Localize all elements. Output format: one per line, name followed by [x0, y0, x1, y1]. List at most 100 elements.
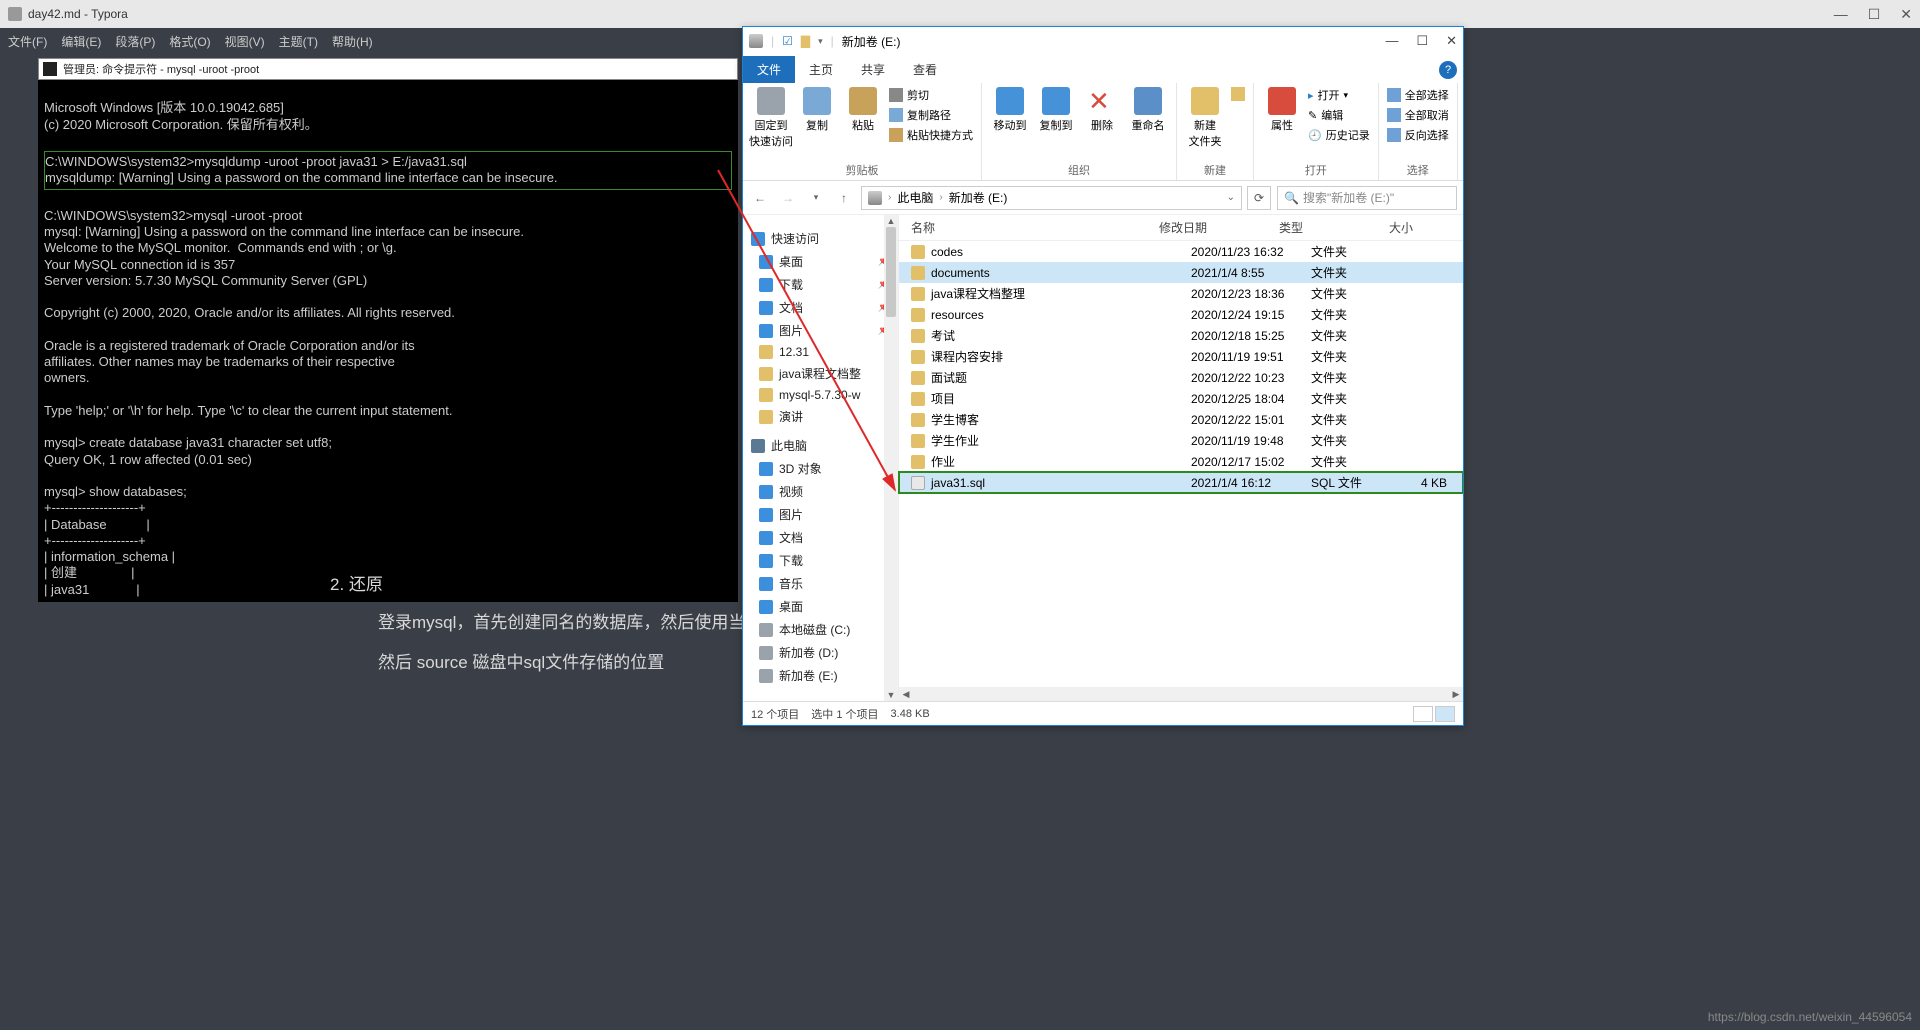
nav-pane[interactable]: 快速访问 桌面📌 下载📌 文档📌 图片📌 12.31 java课程文档整 mys…	[743, 215, 899, 701]
sidebar-folder[interactable]: 演讲	[743, 405, 898, 428]
sidebar-downloads[interactable]: 下载	[743, 549, 898, 572]
sidebar-disk-d[interactable]: 新加卷 (D:)	[743, 641, 898, 664]
maximize-icon[interactable]: ☐	[1416, 33, 1428, 49]
moveto-button[interactable]: 移动到	[990, 87, 1030, 133]
paste-button[interactable]: 粘贴	[843, 87, 883, 133]
ribbon-tabs: 文件 主页 共享 查看 ?	[743, 55, 1463, 83]
col-size[interactable]: 大小	[1389, 219, 1463, 236]
breadcrumb-pc[interactable]: 此电脑	[897, 189, 933, 206]
file-row[interactable]: 学生博客2020/12/22 15:01文件夹	[899, 409, 1463, 430]
file-row[interactable]: codes2020/11/23 16:32文件夹	[899, 241, 1463, 262]
menu-help[interactable]: 帮助(H)	[332, 33, 373, 50]
sidebar-disk-c[interactable]: 本地磁盘 (C:)	[743, 618, 898, 641]
new-item-icon[interactable]	[1231, 87, 1245, 101]
search-input[interactable]: 🔍搜索"新加卷 (E:)"	[1277, 186, 1457, 210]
rename-button[interactable]: 重命名	[1128, 87, 1168, 133]
sidebar-scrollbar[interactable]: ▲▼	[884, 215, 898, 701]
tab-home[interactable]: 主页	[795, 56, 847, 83]
group-clipboard: 剪贴板	[751, 160, 973, 178]
file-row[interactable]: documents2021/1/4 8:55文件夹	[899, 262, 1463, 283]
menu-file[interactable]: 文件(F)	[8, 33, 47, 50]
help-icon[interactable]: ?	[1439, 61, 1457, 79]
sidebar-documents[interactable]: 文档	[743, 526, 898, 549]
address-bar[interactable]: › 此电脑 › 新加卷 (E:) ⌄	[861, 186, 1242, 210]
sidebar-disk-e[interactable]: 新加卷 (E:)	[743, 664, 898, 687]
sidebar-folder[interactable]: java课程文档整	[743, 362, 898, 385]
file-row[interactable]: resources2020/12/24 19:15文件夹	[899, 304, 1463, 325]
view-details-icon[interactable]	[1435, 706, 1455, 722]
refresh-button[interactable]: ⟳	[1247, 186, 1271, 210]
menu-view[interactable]: 视图(V)	[225, 33, 265, 50]
file-row[interactable]: 项目2020/12/25 18:04文件夹	[899, 388, 1463, 409]
sidebar-desktop[interactable]: 桌面	[743, 595, 898, 618]
maximize-icon[interactable]: ☐	[1868, 6, 1881, 23]
minimize-icon[interactable]: —	[1385, 33, 1398, 49]
sidebar-video[interactable]: 视频	[743, 480, 898, 503]
file-row[interactable]: 作业2020/12/17 15:02文件夹	[899, 451, 1463, 472]
forward-button[interactable]: →	[777, 187, 799, 209]
sidebar-pictures[interactable]: 图片📌	[743, 319, 898, 342]
cmd-line: C:\WINDOWS\system32>mysqldump -uroot -pr…	[45, 154, 467, 169]
explorer-titlebar[interactable]: | ☑ ▇ ▾ | 新加卷 (E:) — ☐ ✕	[743, 27, 1463, 55]
close-icon[interactable]: ✕	[1900, 6, 1912, 23]
select-invert-button[interactable]: 反向选择	[1387, 127, 1449, 143]
file-row[interactable]: 考试2020/12/18 15:25文件夹	[899, 325, 1463, 346]
properties-button[interactable]: 属性	[1262, 87, 1302, 133]
col-date[interactable]: 修改日期	[1159, 219, 1279, 236]
select-none-button[interactable]: 全部取消	[1387, 107, 1449, 123]
tab-view[interactable]: 查看	[899, 56, 951, 83]
new-folder-button[interactable]: 新建 文件夹	[1185, 87, 1225, 149]
recent-button[interactable]: ▾	[805, 187, 827, 209]
file-row[interactable]: 面试题2020/12/22 10:23文件夹	[899, 367, 1463, 388]
horizontal-scrollbar[interactable]: ◀▶	[899, 687, 1463, 701]
folder-icon	[911, 371, 925, 385]
delete-button[interactable]: ✕删除	[1082, 87, 1122, 133]
view-large-icon[interactable]	[1413, 706, 1433, 722]
file-row[interactable]: 课程内容安排2020/11/19 19:51文件夹	[899, 346, 1463, 367]
history-button[interactable]: 🕘历史记录	[1308, 127, 1370, 143]
col-type[interactable]: 类型	[1279, 219, 1389, 236]
copy-path-button[interactable]: 复制路径	[889, 107, 973, 123]
cmd-body[interactable]: Microsoft Windows [版本 10.0.19042.685] (c…	[38, 80, 738, 602]
sidebar-desktop[interactable]: 桌面📌	[743, 250, 898, 273]
chevron-down-icon[interactable]: ⌄	[1227, 192, 1235, 203]
select-all-button[interactable]: 全部选择	[1387, 87, 1449, 103]
sidebar-folder[interactable]: 12.31	[743, 342, 898, 362]
up-button[interactable]: ↑	[833, 187, 855, 209]
menu-edit[interactable]: 编辑(E)	[61, 33, 101, 50]
checkbox-icon[interactable]: ☑	[782, 34, 793, 48]
sidebar-this-pc[interactable]: 此电脑	[743, 434, 898, 457]
cut-button[interactable]: 剪切	[889, 87, 973, 103]
sidebar-documents[interactable]: 文档📌	[743, 296, 898, 319]
pin-quickaccess-button[interactable]: 固定到 快速访问	[751, 87, 791, 149]
chevron-down-icon[interactable]: ▾	[818, 36, 823, 47]
edit-button[interactable]: ✎编辑	[1308, 107, 1370, 123]
menu-theme[interactable]: 主题(T)	[279, 33, 318, 50]
menu-paragraph[interactable]: 段落(P)	[115, 33, 155, 50]
breadcrumb-drive[interactable]: 新加卷 (E:)	[949, 189, 1008, 206]
tab-file[interactable]: 文件	[743, 56, 795, 83]
cmd-titlebar[interactable]: 管理员: 命令提示符 - mysql -uroot -proot	[38, 58, 738, 80]
copy-button[interactable]: 复制	[797, 87, 837, 133]
sidebar-folder[interactable]: mysql-5.7.30-w	[743, 385, 898, 405]
cmd-line: | Database |	[44, 517, 150, 532]
folder-icon[interactable]: ▇	[801, 34, 810, 48]
sidebar-3d[interactable]: 3D 对象	[743, 457, 898, 480]
menu-format[interactable]: 格式(O)	[169, 33, 210, 50]
back-button[interactable]: ←	[749, 187, 771, 209]
close-icon[interactable]: ✕	[1446, 33, 1457, 49]
sidebar-quick-access[interactable]: 快速访问	[743, 227, 898, 250]
tab-share[interactable]: 共享	[847, 56, 899, 83]
copyto-button[interactable]: 复制到	[1036, 87, 1076, 133]
open-button[interactable]: ▸打开▾	[1308, 87, 1370, 103]
paste-shortcut-button[interactable]: 粘贴快捷方式	[889, 127, 973, 143]
sidebar-pictures[interactable]: 图片	[743, 503, 898, 526]
file-row[interactable]: java31.sql2021/1/4 16:12SQL 文件4 KB	[899, 472, 1463, 493]
sidebar-downloads[interactable]: 下载📌	[743, 273, 898, 296]
col-name[interactable]: 名称	[899, 219, 1159, 236]
file-row[interactable]: 学生作业2020/11/19 19:48文件夹	[899, 430, 1463, 451]
file-row[interactable]: java课程文档整理2020/12/23 18:36文件夹	[899, 283, 1463, 304]
sidebar-music[interactable]: 音乐	[743, 572, 898, 595]
list-header[interactable]: 名称 修改日期 类型 大小	[899, 215, 1463, 241]
minimize-icon[interactable]: —	[1834, 6, 1848, 23]
